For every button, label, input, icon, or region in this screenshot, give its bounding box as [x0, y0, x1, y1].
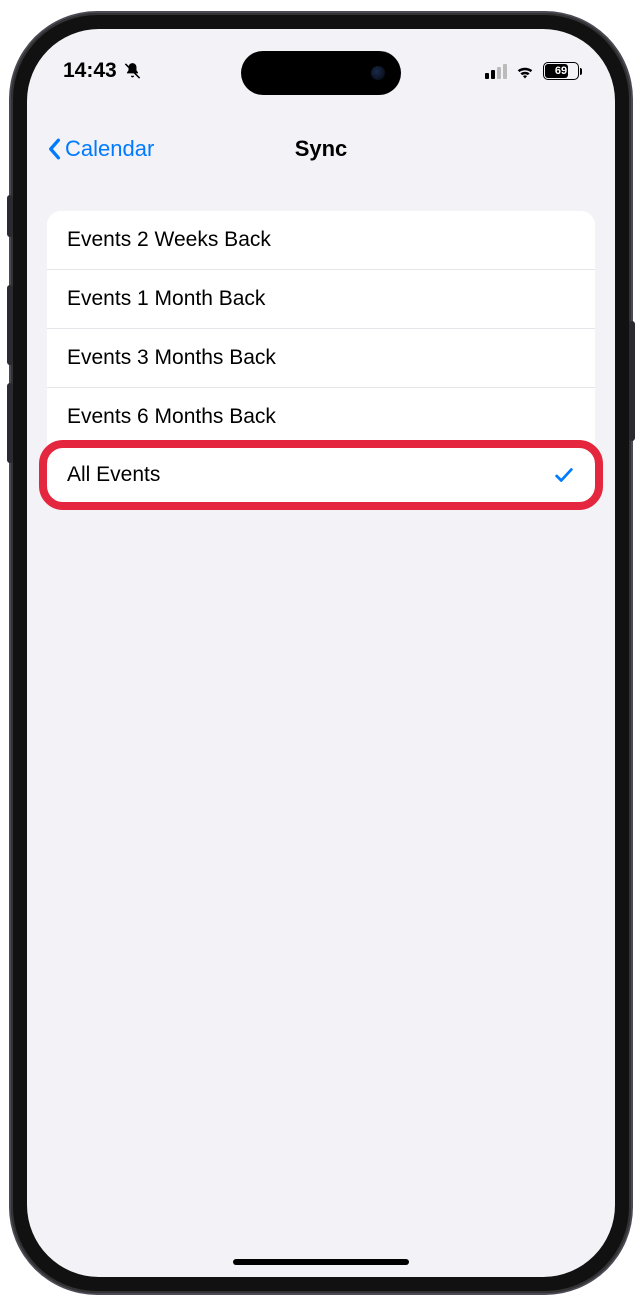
- sync-option-3-months[interactable]: Events 3 Months Back: [47, 328, 595, 387]
- status-time: 14:43: [63, 59, 117, 83]
- sync-option-2-weeks[interactable]: Events 2 Weeks Back: [47, 211, 595, 269]
- mute-switch: [7, 195, 13, 237]
- option-label: Events 1 Month Back: [67, 287, 265, 311]
- back-button[interactable]: Calendar: [47, 136, 154, 162]
- front-camera: [371, 66, 385, 80]
- status-left: 14:43: [63, 59, 142, 83]
- sync-options-list: Events 2 Weeks Back Events 1 Month Back …: [47, 211, 595, 504]
- option-label: Events 6 Months Back: [67, 405, 276, 429]
- cellular-signal-icon: [485, 63, 507, 79]
- page-title: Sync: [295, 136, 348, 162]
- screen: 14:43 69: [27, 29, 615, 1277]
- option-label: All Events: [67, 463, 160, 487]
- battery-icon: 69: [543, 62, 579, 80]
- status-right: 69: [485, 62, 579, 80]
- option-label: Events 3 Months Back: [67, 346, 276, 370]
- sync-option-all-events[interactable]: All Events: [47, 446, 595, 504]
- sync-option-1-month[interactable]: Events 1 Month Back: [47, 269, 595, 328]
- home-indicator[interactable]: [233, 1259, 409, 1265]
- volume-down-button: [7, 383, 13, 463]
- dynamic-island: [241, 51, 401, 95]
- wifi-icon: [514, 63, 536, 79]
- option-label: Events 2 Weeks Back: [67, 228, 271, 252]
- checkmark-icon: [553, 464, 575, 486]
- silent-bell-icon: [123, 61, 142, 81]
- chevron-left-icon: [47, 138, 61, 160]
- power-button: [629, 321, 635, 441]
- navigation-bar: Calendar Sync: [27, 121, 615, 177]
- content-area: Events 2 Weeks Back Events 1 Month Back …: [27, 199, 615, 1277]
- volume-up-button: [7, 285, 13, 365]
- battery-level: 69: [555, 65, 567, 77]
- sync-option-6-months[interactable]: Events 6 Months Back: [47, 387, 595, 446]
- back-label: Calendar: [65, 136, 154, 162]
- iphone-frame: 14:43 69: [11, 13, 631, 1293]
